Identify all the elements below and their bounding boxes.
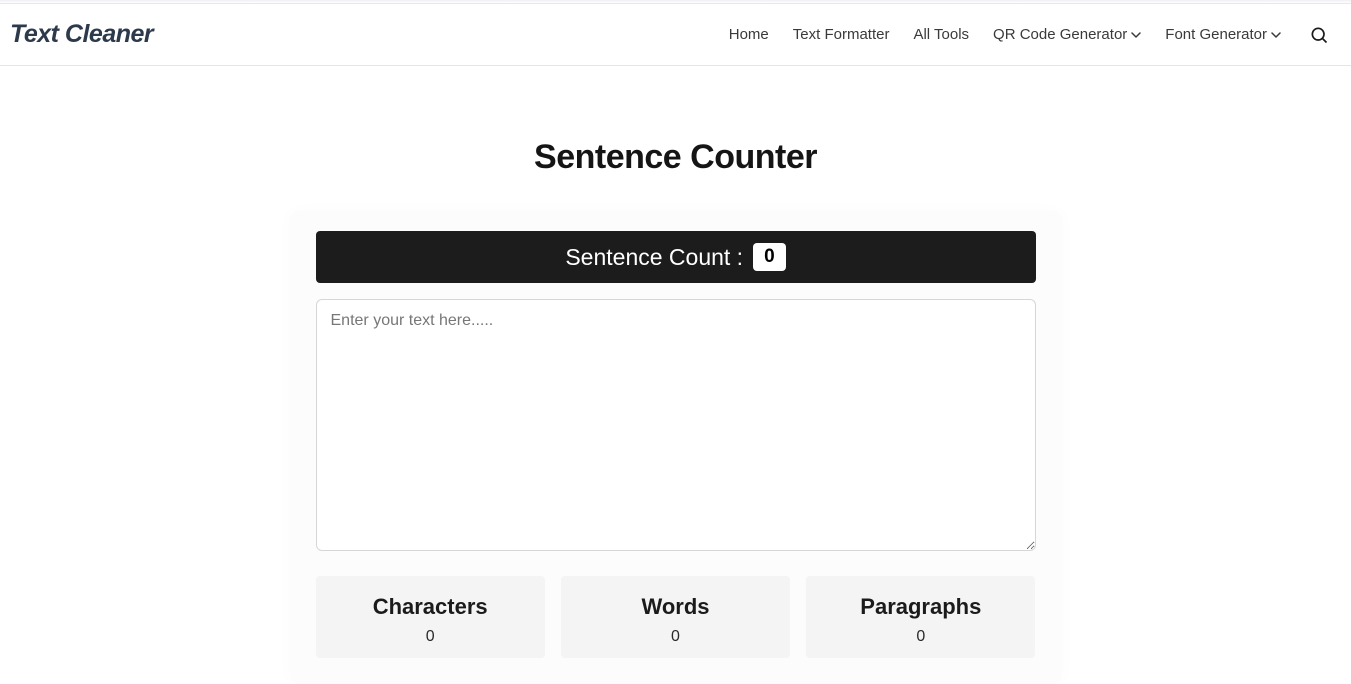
search-icon	[1309, 25, 1329, 45]
site-logo[interactable]: Text Cleaner	[10, 20, 153, 49]
search-button[interactable]	[1305, 21, 1333, 49]
stat-words-value: 0	[571, 628, 780, 646]
stat-paragraphs: Paragraphs 0	[806, 576, 1035, 658]
stat-words-label: Words	[571, 594, 780, 620]
text-input[interactable]	[316, 299, 1036, 551]
nav-font-generator[interactable]: Font Generator	[1165, 26, 1281, 43]
nav-font-label: Font Generator	[1165, 26, 1267, 43]
sentence-count-bar: Sentence Count : 0	[316, 231, 1036, 283]
nav-qr-label: QR Code Generator	[993, 26, 1127, 43]
nav-home[interactable]: Home	[729, 26, 769, 43]
sentence-count-label: Sentence Count :	[565, 244, 743, 271]
page-title: Sentence Counter	[0, 138, 1351, 177]
stats-row: Characters 0 Words 0 Paragraphs 0	[316, 576, 1036, 658]
main-nav: Home Text Formatter All Tools QR Code Ge…	[729, 21, 1333, 49]
stat-paragraphs-value: 0	[816, 628, 1025, 646]
nav-all-tools[interactable]: All Tools	[913, 26, 969, 43]
site-header: Text Cleaner Home Text Formatter All Too…	[0, 4, 1351, 66]
nav-qr-code-generator[interactable]: QR Code Generator	[993, 26, 1141, 43]
counter-card: Sentence Count : 0 Characters 0 Words 0 …	[290, 211, 1062, 684]
stat-characters-label: Characters	[326, 594, 535, 620]
sentence-count-value: 0	[753, 243, 786, 271]
stat-paragraphs-label: Paragraphs	[816, 594, 1025, 620]
chevron-down-icon	[1271, 30, 1281, 40]
main-content: Sentence Counter Sentence Count : 0 Char…	[0, 66, 1351, 684]
stat-characters-value: 0	[326, 628, 535, 646]
stat-words: Words 0	[561, 576, 790, 658]
chevron-down-icon	[1131, 30, 1141, 40]
nav-text-formatter[interactable]: Text Formatter	[793, 26, 890, 43]
stat-characters: Characters 0	[316, 576, 545, 658]
